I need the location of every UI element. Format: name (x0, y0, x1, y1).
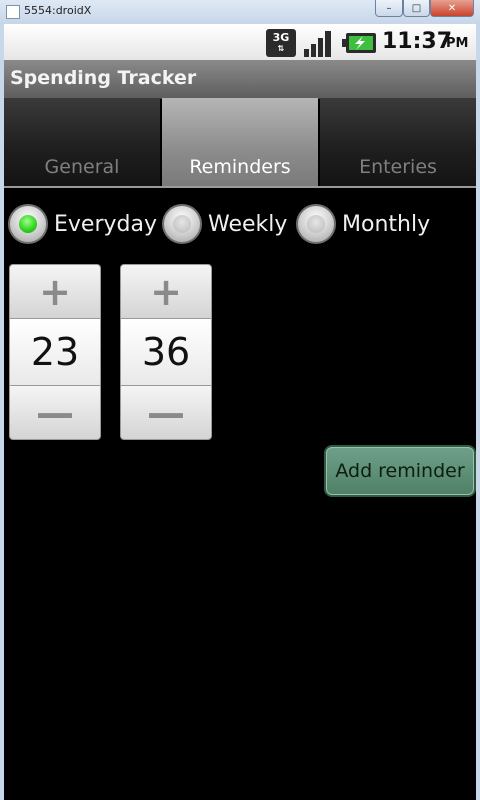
tab-reminders[interactable]: Reminders (162, 98, 318, 186)
hour-decrement-button[interactable]: — (9, 385, 101, 440)
frequency-radio-group: Everyday Weekly Monthly (4, 200, 476, 248)
minute-picker: + 36 — (120, 264, 212, 440)
close-icon[interactable]: ✕ (430, 0, 474, 17)
clock-ampm: PM (446, 36, 469, 51)
radio-unchecked-icon[interactable] (296, 204, 336, 244)
add-reminder-button[interactable]: Add reminder (324, 445, 476, 497)
tab-bar: General Reminders Enteries (4, 98, 476, 186)
maximize-icon[interactable]: □ (403, 0, 430, 17)
tab-general-label: General (44, 156, 120, 178)
radio-monthly[interactable]: Monthly (296, 200, 430, 248)
tab-enteries[interactable]: Enteries (320, 98, 476, 186)
minus-icon: — (147, 390, 185, 435)
minimize-icon[interactable]: – (375, 0, 403, 17)
clock-time: 11:37 (382, 29, 453, 54)
minute-decrement-button[interactable]: — (120, 385, 212, 440)
tab-divider (4, 186, 476, 188)
tab-general[interactable]: General (4, 98, 160, 186)
radio-everyday-label: Everyday (54, 211, 157, 237)
device-screen: 3G ⇅ 11:37 PM Spending Tracker General R… (4, 24, 476, 800)
tab-enteries-label: Enteries (359, 156, 437, 178)
minute-value[interactable]: 36 (120, 319, 212, 385)
network-type-label: 3G (272, 31, 290, 44)
radio-everyday[interactable]: Everyday (8, 200, 157, 248)
plus-icon: + (150, 269, 182, 314)
plus-icon: + (39, 269, 71, 314)
signal-strength-icon (304, 31, 331, 57)
window-app-icon (6, 5, 20, 19)
radio-unchecked-icon[interactable] (162, 204, 202, 244)
network-3g-icon: 3G ⇅ (266, 29, 296, 57)
minute-increment-button[interactable]: + (120, 264, 212, 319)
emulator-window-titlebar: 5554:droidX – □ ✕ (0, 0, 480, 25)
app-title-bar: Spending Tracker (4, 60, 476, 99)
status-bar: 3G ⇅ 11:37 PM (4, 24, 476, 60)
hour-value[interactable]: 23 (9, 319, 101, 385)
app-title: Spending Tracker (10, 67, 197, 89)
battery-charging-icon (342, 33, 376, 53)
radio-monthly-label: Monthly (342, 211, 431, 237)
window-frame-right (476, 24, 480, 800)
radio-weekly[interactable]: Weekly (162, 200, 287, 248)
minus-icon: — (36, 390, 74, 435)
tab-reminders-label: Reminders (189, 156, 291, 178)
radio-checked-icon[interactable] (8, 204, 48, 244)
hour-picker: + 23 — (9, 264, 101, 440)
window-title: 5554:droidX (24, 4, 92, 17)
radio-weekly-label: Weekly (208, 211, 288, 237)
hour-increment-button[interactable]: + (9, 264, 101, 319)
